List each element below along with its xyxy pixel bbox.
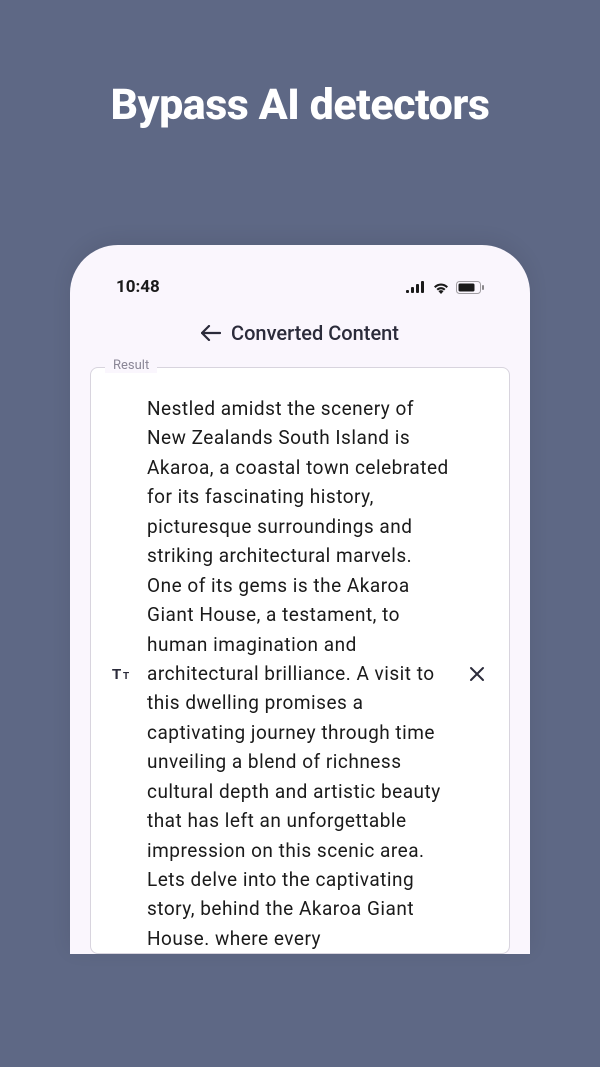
cellular-signal-icon	[406, 281, 426, 293]
result-body-text: Nestled amidst the scenery of New Zealan…	[147, 394, 453, 953]
status-time: 10:48	[116, 277, 160, 297]
close-icon	[469, 666, 485, 682]
result-card: Result T T Nestled amidst the scenery of…	[90, 367, 510, 954]
hero-title: Bypass AI detectors	[0, 0, 600, 130]
battery-icon	[456, 281, 484, 294]
text-size-icon: T T	[112, 666, 134, 682]
phone-frame: 10:48	[70, 245, 530, 954]
text-size-button[interactable]: T T	[109, 666, 137, 682]
status-bar: 10:48	[88, 263, 512, 307]
wifi-icon	[432, 281, 450, 294]
result-label: Result	[105, 358, 157, 373]
close-button[interactable]	[463, 666, 491, 682]
status-icons	[406, 281, 484, 294]
svg-text:T: T	[112, 666, 121, 682]
svg-text:T: T	[123, 671, 129, 682]
header-title: Converted Content	[231, 321, 399, 345]
back-arrow-icon[interactable]	[201, 325, 221, 341]
